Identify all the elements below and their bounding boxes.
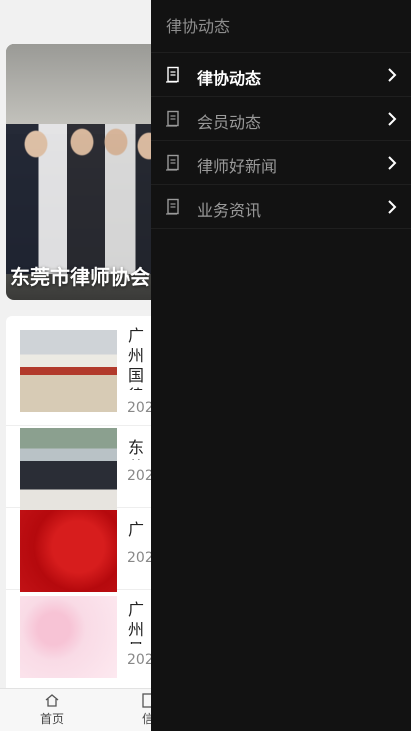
document-icon [166, 110, 179, 127]
document-icon [166, 66, 179, 83]
news-date: 202 [127, 468, 154, 484]
side-drawer: 律协动态 律协动态 会员动态 律师好新闻 业务资讯 [151, 0, 411, 731]
news-thumbnail [20, 596, 117, 678]
home-icon [45, 694, 59, 707]
chevron-right-icon [388, 68, 397, 82]
drawer-item-label: 律协动态 [197, 69, 262, 88]
chevron-right-icon [388, 112, 397, 126]
chevron-right-icon [388, 156, 397, 170]
news-thumbnail [20, 428, 117, 510]
news-thumbnail [20, 510, 117, 592]
document-icon [166, 198, 179, 215]
nav-home-label: 首页 [39, 712, 64, 726]
news-date: 202 [127, 652, 154, 668]
drawer-item-label: 业务资讯 [197, 201, 262, 220]
drawer-item-business-info[interactable]: 业务资讯 [151, 185, 411, 229]
drawer-item-lawyer-association-news[interactable]: 律协动态 [151, 53, 411, 97]
document-icon [166, 154, 179, 171]
drawer-item-label: 律师好新闻 [197, 157, 278, 176]
nav-home[interactable]: 首页 [22, 689, 82, 731]
news-date: 202 [127, 550, 154, 566]
drawer-item-lawyer-good-news[interactable]: 律师好新闻 [151, 141, 411, 185]
drawer-header: 律协动态 [151, 0, 411, 53]
drawer-item-member-news[interactable]: 会员动态 [151, 97, 411, 141]
news-thumbnail [20, 330, 117, 412]
news-date: 202 [127, 400, 154, 416]
banner-title: 东莞市律师协会 [10, 265, 150, 289]
drawer-item-label: 会员动态 [197, 113, 262, 132]
chevron-right-icon [388, 200, 397, 214]
